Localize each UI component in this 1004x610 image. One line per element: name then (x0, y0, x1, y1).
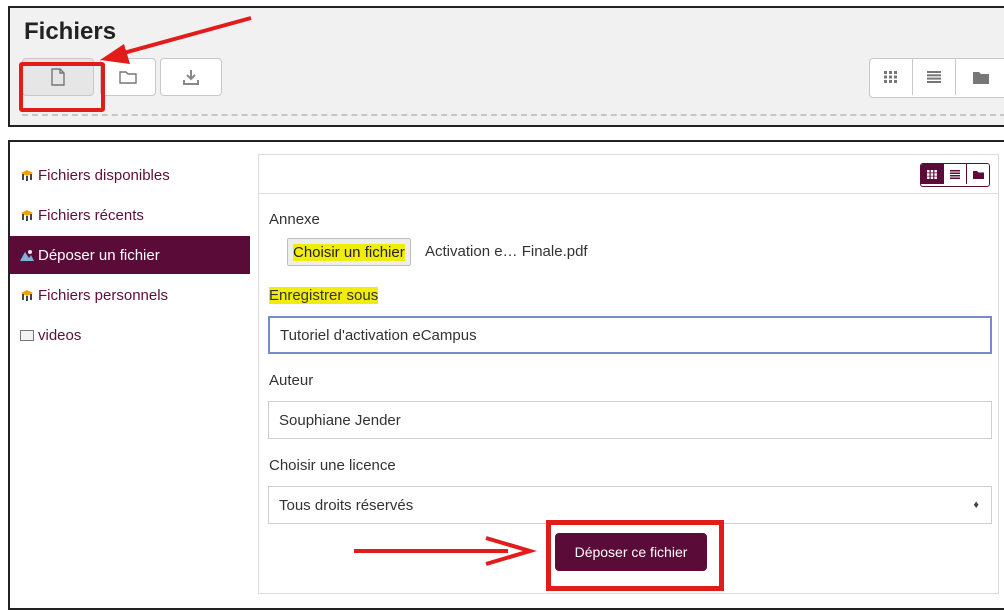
arrow-to-submit (354, 536, 538, 566)
annotation-arrows (100, 16, 538, 566)
arrow-to-add-file (100, 16, 252, 64)
